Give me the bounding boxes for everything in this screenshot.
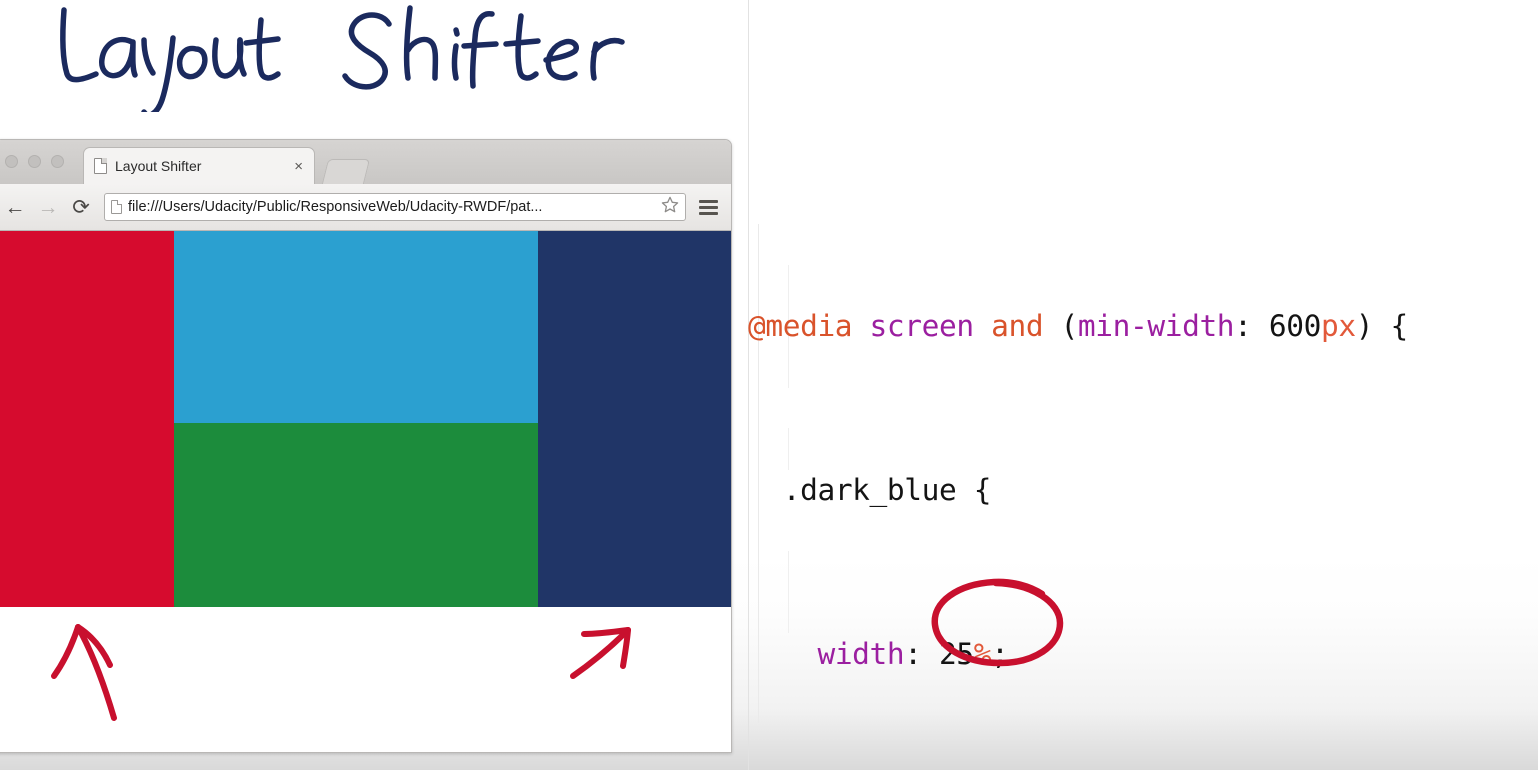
close-icon[interactable]: × bbox=[291, 159, 306, 174]
token-percent: % bbox=[973, 637, 992, 671]
token-and: and bbox=[991, 309, 1044, 343]
window-controls[interactable] bbox=[5, 155, 64, 168]
token-at-media: @media bbox=[748, 309, 853, 343]
handwritten-title-drawing bbox=[60, 5, 625, 112]
title-area: Layout Shifter bbox=[0, 0, 740, 135]
page-empty-area bbox=[0, 607, 731, 752]
page-icon bbox=[111, 200, 122, 214]
close-window-dot[interactable] bbox=[5, 155, 18, 168]
forward-icon[interactable]: → bbox=[34, 193, 62, 221]
box-green bbox=[173, 422, 539, 607]
page-viewport bbox=[0, 231, 731, 752]
token-property-width: width bbox=[817, 637, 905, 671]
token-min-width: min-width bbox=[1077, 309, 1235, 343]
code-line: width: 25%; bbox=[817, 637, 1009, 671]
token-breakpoint-value: 600 bbox=[1268, 309, 1321, 343]
browser-tab-strip: Layout Shifter × bbox=[0, 140, 731, 184]
address-bar[interactable]: file:///Users/Udacity/Public/ResponsiveW… bbox=[104, 193, 686, 221]
css-code-listing[interactable]: @media screen and (min-width: 600px) { .… bbox=[748, 183, 1408, 770]
back-icon[interactable]: ← bbox=[1, 193, 29, 221]
page-icon bbox=[94, 158, 107, 174]
slide-canvas: Layout Shifter Layout Shifter × ← → ⟳ fi… bbox=[0, 0, 1538, 770]
new-tab-button[interactable] bbox=[321, 159, 371, 184]
token-screen: screen bbox=[869, 309, 975, 343]
hamburger-menu-icon[interactable] bbox=[699, 196, 721, 218]
browser-window: Layout Shifter × ← → ⟳ file:///Users/Uda… bbox=[0, 139, 732, 753]
box-red bbox=[0, 231, 174, 607]
code-line: .dark_blue { bbox=[782, 473, 992, 507]
browser-tab[interactable]: Layout Shifter × bbox=[83, 147, 315, 184]
box-light-blue bbox=[173, 231, 539, 423]
browser-tab-title: Layout Shifter bbox=[115, 158, 202, 174]
box-dark-blue bbox=[538, 231, 731, 607]
token-value-25: 25 bbox=[939, 637, 974, 671]
container2 bbox=[173, 231, 539, 607]
token-selector-dark-blue: .dark_blue bbox=[782, 473, 957, 507]
maximize-window-dot[interactable] bbox=[51, 155, 64, 168]
reload-icon[interactable]: ⟳ bbox=[67, 193, 95, 221]
minimize-window-dot[interactable] bbox=[28, 155, 41, 168]
code-panel: @media screen and (min-width: 600px) { .… bbox=[740, 0, 1538, 770]
bookmark-star-icon[interactable] bbox=[660, 195, 680, 220]
flex-container bbox=[0, 231, 731, 607]
code-line: @media screen and (min-width: 600px) { bbox=[748, 309, 1408, 343]
token-breakpoint-unit: px bbox=[1321, 309, 1356, 343]
url-text[interactable]: file:///Users/Udacity/Public/ResponsiveW… bbox=[128, 199, 656, 215]
browser-toolbar: ← → ⟳ file:///Users/Udacity/Public/Respo… bbox=[0, 184, 731, 231]
